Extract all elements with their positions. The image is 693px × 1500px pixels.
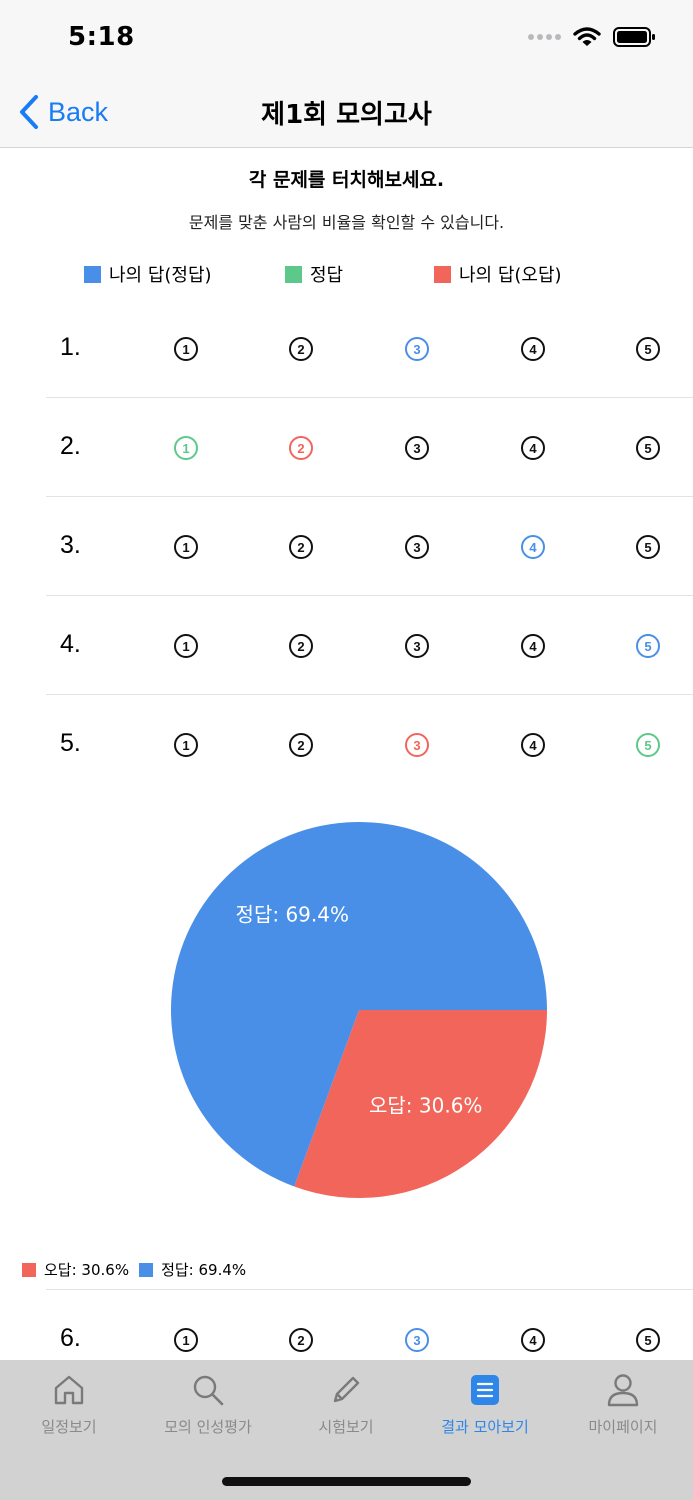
pie-legend-label: 오답: 30.6%: [44, 1261, 130, 1279]
home-indicator: [222, 1477, 471, 1486]
answer-option[interactable]: 4: [521, 436, 545, 460]
legend-label: 나의 답(오답): [459, 265, 562, 286]
pie-slice-label: 정답: 69.4%: [236, 902, 349, 926]
question-number: 4.: [60, 630, 81, 658]
pie-legend-label: 정답: 69.4%: [161, 1261, 247, 1279]
answer-option[interactable]: 1: [174, 1328, 198, 1352]
answer-option[interactable]: 4: [521, 535, 545, 559]
person-icon: [607, 1374, 639, 1407]
tab-take-exam[interactable]: 시험보기: [277, 1372, 415, 1442]
legend-swatch: [434, 265, 451, 283]
answer-option[interactable]: 1: [174, 436, 198, 460]
answer-legend: 나의 답(정답) 정답 나의 답(오답): [0, 261, 693, 287]
pie-legend-item-wrong: 오답: 30.6%: [22, 1259, 129, 1280]
answer-option[interactable]: 5: [636, 733, 660, 757]
pie-legend-item-correct: 정답: 69.4%: [139, 1259, 246, 1280]
pie-slice-label: 오답: 30.6%: [369, 1094, 482, 1118]
answer-option[interactable]: 4: [521, 337, 545, 361]
answer-option[interactable]: 3: [405, 1328, 429, 1352]
question-number: 2.: [60, 432, 81, 460]
legend-swatch: [285, 265, 302, 283]
pie-legend-swatch: [139, 1262, 154, 1277]
question-number: 6.: [60, 1324, 81, 1352]
status-bar: 5:18: [0, 0, 693, 80]
answer-option[interactable]: 1: [174, 733, 198, 757]
tab-label: 마이페이지: [588, 1418, 658, 1436]
list-document-icon: [471, 1375, 499, 1405]
answer-option[interactable]: 3: [405, 535, 429, 559]
answer-option[interactable]: 4: [521, 1328, 545, 1352]
question-row[interactable]: 3. 1 2 3 4 5: [46, 497, 693, 596]
legend-correct-answer: 정답: [285, 261, 343, 287]
legend-swatch: [84, 265, 101, 283]
answer-option[interactable]: 3: [405, 634, 429, 658]
instruction-subtitle: 문제를 맞춘 사람의 비율을 확인할 수 있습니다.: [188, 213, 505, 232]
answer-option[interactable]: 1: [174, 634, 198, 658]
legend-my-answer-correct: 나의 답(정답): [84, 261, 212, 287]
tab-label: 결과 모아보기: [441, 1418, 529, 1436]
answer-option[interactable]: 5: [636, 337, 660, 361]
answer-option[interactable]: 4: [521, 733, 545, 757]
answer-option[interactable]: 1: [174, 535, 198, 559]
answer-option[interactable]: 2: [289, 1328, 313, 1352]
answer-option[interactable]: 2: [289, 535, 313, 559]
legend-my-answer-wrong: 나의 답(오답): [434, 261, 562, 287]
tab-label: 시험보기: [318, 1418, 374, 1436]
page-title: 제1회 모의고사: [261, 100, 432, 130]
answer-option[interactable]: 2: [289, 436, 313, 460]
pie-chart-svg: 오답: 30.6% 정답: 69.4%: [170, 822, 547, 1198]
answer-option[interactable]: 5: [636, 436, 660, 460]
answer-option[interactable]: 3: [405, 337, 429, 361]
home-icon: [54, 1375, 84, 1405]
pie-legend-swatch: [22, 1262, 36, 1277]
answer-option[interactable]: 1: [174, 337, 198, 361]
wifi-icon: [573, 27, 601, 46]
legend-label: 나의 답(정답): [109, 265, 212, 286]
status-icons: [528, 26, 657, 48]
tab-mock-personality[interactable]: 모의 인성평가: [139, 1372, 277, 1442]
legend-label: 정답: [310, 265, 344, 286]
search-icon: [193, 1375, 224, 1406]
answer-option[interactable]: 4: [521, 634, 545, 658]
answer-option[interactable]: 5: [636, 1328, 660, 1352]
tab-my-page[interactable]: 마이페이지: [554, 1372, 692, 1442]
answer-rate-pie-chart[interactable]: 오답: 30.6% 정답: 69.4%: [0, 809, 693, 1229]
question-number: 3.: [60, 531, 81, 559]
question-row[interactable]: 2. 1 2 3 4 5: [46, 398, 693, 497]
question-number: 1.: [60, 333, 81, 361]
question-row[interactable]: 6. 1 2 3 4 5: [46, 1289, 693, 1360]
answer-option[interactable]: 2: [289, 337, 313, 361]
status-time: 5:18: [68, 22, 135, 52]
question-row[interactable]: 1. 1 2 3 4 5: [46, 299, 693, 398]
answer-option[interactable]: 5: [636, 535, 660, 559]
question-number: 5.: [60, 729, 81, 757]
question-row[interactable]: 5. 1 2 3 4 5: [46, 695, 693, 794]
pencil-icon: [333, 1376, 360, 1403]
answer-option[interactable]: 3: [405, 733, 429, 757]
pie-legend: 오답: 30.6% 정답: 69.4%: [22, 1259, 246, 1280]
answer-option[interactable]: 5: [636, 634, 660, 658]
navigation-bar: Back 제1회 모의고사: [0, 80, 693, 148]
answer-option[interactable]: 2: [289, 634, 313, 658]
tab-schedule[interactable]: 일정보기: [0, 1372, 138, 1442]
tab-label: 모의 인성평가: [164, 1418, 252, 1436]
main-content[interactable]: 각 문제를 터치해보세요. 문제를 맞춘 사람의 비율을 확인할 수 있습니다.…: [0, 149, 693, 1360]
cellular-signal-icon: [528, 34, 561, 40]
answer-option[interactable]: 3: [405, 436, 429, 460]
tab-label: 일정보기: [41, 1418, 97, 1436]
tab-results[interactable]: 결과 모아보기: [416, 1372, 554, 1442]
question-row[interactable]: 4. 1 2 3 4 5: [46, 596, 693, 695]
answer-option[interactable]: 2: [289, 733, 313, 757]
instruction-title: 각 문제를 터치해보세요.: [248, 169, 445, 191]
battery-icon: [613, 27, 655, 47]
